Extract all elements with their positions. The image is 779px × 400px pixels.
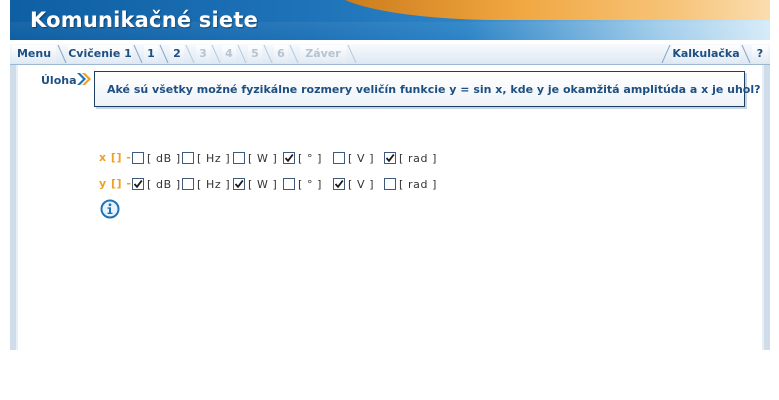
- option-y-db[interactable]: [ dB ]: [132, 177, 181, 191]
- option-x-db[interactable]: [ dB ]: [132, 151, 181, 165]
- title-banner: Komunikačné siete: [10, 0, 770, 40]
- question-box: Aké sú všetky možné fyzikálne rozmery ve…: [94, 71, 761, 107]
- option-label: [ Hz ]: [197, 151, 231, 165]
- tab-separator: [660, 44, 672, 64]
- content-frame: [10, 65, 770, 350]
- tab-separator: [158, 44, 170, 64]
- option-label: [ W ]: [248, 151, 278, 165]
- checkbox-checked[interactable]: [384, 152, 396, 164]
- checkbox[interactable]: [384, 178, 396, 190]
- tab-end: Záver: [300, 45, 346, 63]
- question-text: Aké sú všetky možné fyzikálne rozmery ve…: [107, 83, 761, 96]
- tab-separator: [184, 44, 196, 64]
- option-label: [ V ]: [348, 151, 375, 165]
- banner-decoration: [330, 0, 770, 20]
- option-x-degree[interactable]: [ ° ]: [283, 151, 322, 165]
- checkbox-checked[interactable]: [283, 152, 295, 164]
- option-y-degree[interactable]: [ ° ]: [283, 177, 322, 191]
- tab-separator: [288, 44, 300, 64]
- tab-exercise[interactable]: Cvičenie 1: [68, 45, 132, 63]
- option-label: [ W ]: [248, 177, 278, 191]
- tab-step-4: 4: [222, 45, 236, 63]
- row-label-x: x [] -: [99, 151, 132, 164]
- tab-step-2[interactable]: 2: [170, 45, 184, 63]
- checkbox[interactable]: [283, 178, 295, 190]
- option-label: [ ° ]: [298, 151, 323, 165]
- tab-step-5: 5: [248, 45, 262, 63]
- info-icon[interactable]: [100, 199, 120, 219]
- option-label: [ V ]: [348, 177, 375, 191]
- tab-step-1[interactable]: 1: [144, 45, 158, 63]
- row-label-y: y [] -: [99, 177, 132, 190]
- double-chevron-right-icon: [76, 71, 92, 91]
- frame-edge-left: [16, 65, 18, 350]
- tab-separator: [210, 44, 222, 64]
- option-y-hz[interactable]: [ Hz ]: [182, 177, 230, 191]
- option-y-v[interactable]: [ V ]: [333, 177, 374, 191]
- option-label: [ Hz ]: [197, 177, 231, 191]
- tab-separator: [262, 44, 274, 64]
- task-label: Úloha: [41, 74, 77, 87]
- tab-bar: Menu Cvičenie 1 1 2 3 4 5 6 Záver Kalkul…: [10, 44, 770, 65]
- tab-step-3: 3: [196, 45, 210, 63]
- checkbox[interactable]: [333, 152, 345, 164]
- tab-step-6: 6: [274, 45, 288, 63]
- option-x-rad[interactable]: [ rad ]: [384, 151, 437, 165]
- app-title: Komunikačné siete: [30, 8, 259, 32]
- option-label: [ rad ]: [399, 151, 438, 165]
- option-x-w[interactable]: [ W ]: [233, 151, 277, 165]
- option-label: [ rad ]: [399, 177, 438, 191]
- option-y-rad[interactable]: [ rad ]: [384, 177, 437, 191]
- frame-edge-right: [762, 65, 764, 350]
- tab-separator: [740, 44, 752, 64]
- checkbox[interactable]: [132, 152, 144, 164]
- tab-separator: [56, 44, 68, 64]
- option-x-hz[interactable]: [ Hz ]: [182, 151, 230, 165]
- tab-separator: [346, 44, 358, 64]
- tab-separator: [132, 44, 144, 64]
- checkbox-checked[interactable]: [233, 178, 245, 190]
- tab-separator: [236, 44, 248, 64]
- tab-menu[interactable]: Menu: [12, 45, 56, 63]
- checkbox-checked[interactable]: [333, 178, 345, 190]
- option-y-w[interactable]: [ W ]: [233, 177, 277, 191]
- checkbox[interactable]: [182, 152, 194, 164]
- checkbox-checked[interactable]: [132, 178, 144, 190]
- option-label: [ ° ]: [298, 177, 323, 191]
- checkbox[interactable]: [233, 152, 245, 164]
- checkbox[interactable]: [182, 178, 194, 190]
- option-label: [ dB ]: [147, 151, 181, 165]
- option-x-v[interactable]: [ V ]: [333, 151, 374, 165]
- option-label: [ dB ]: [147, 177, 181, 191]
- tab-calculator[interactable]: Kalkulačka: [672, 45, 740, 63]
- tab-help[interactable]: ?: [752, 45, 768, 63]
